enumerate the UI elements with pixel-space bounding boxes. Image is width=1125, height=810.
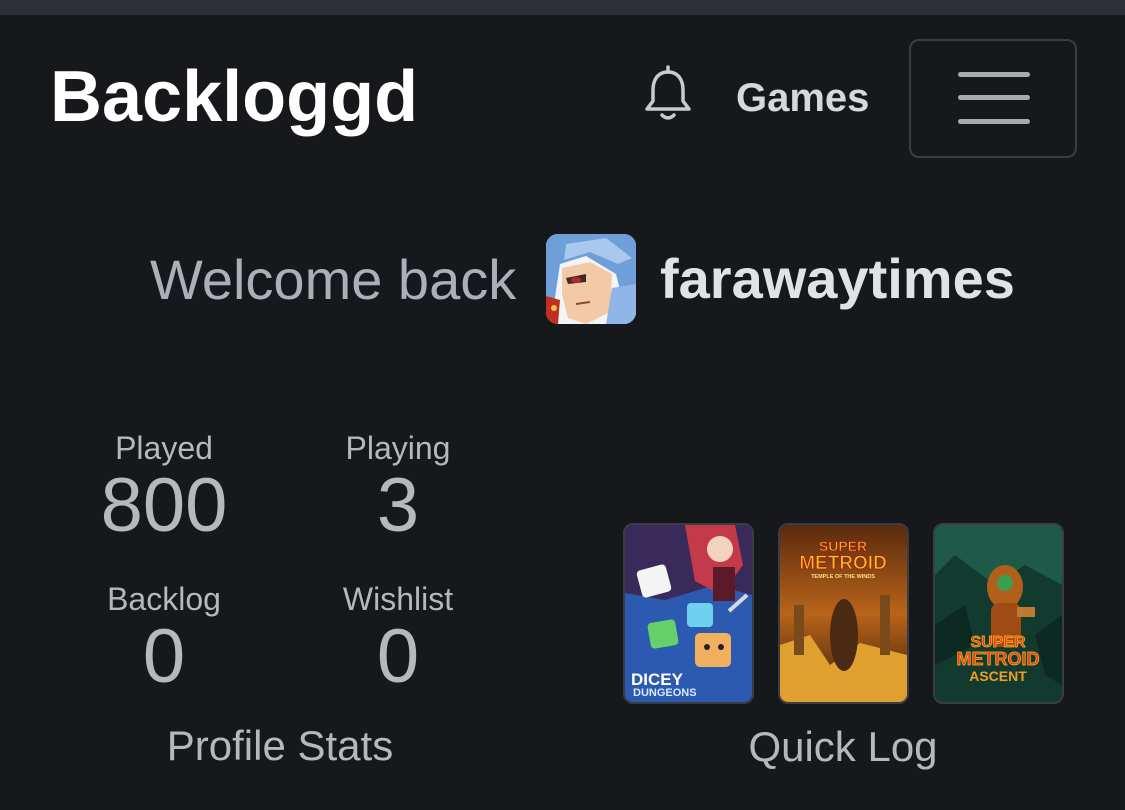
welcome-section: Welcome back farawaytimes (0, 232, 1125, 324)
quick-log-title: Quick Log (748, 723, 938, 770)
games-link[interactable]: Games (736, 73, 869, 123)
username-link[interactable]: farawaytimes (660, 246, 1015, 312)
stat-label: Played (115, 430, 213, 466)
top-strip (0, 0, 1125, 15)
hamburger-icon-bar (958, 95, 1030, 100)
hamburger-icon-bar (958, 119, 1030, 124)
stat-playing[interactable]: Playing 3 (298, 430, 498, 546)
cover-title-line: SUPER (819, 538, 867, 554)
stat-label: Backlog (107, 581, 221, 617)
profile-stats-title: Profile Stats (166, 722, 394, 769)
stat-played[interactable]: Played 800 (64, 430, 264, 546)
cover-title-line: ASCENT (969, 668, 1027, 684)
cover-title-line: METROID (957, 649, 1040, 669)
brand-logo[interactable]: Backloggd (50, 57, 418, 137)
navbar: Backloggd Games (0, 15, 1125, 180)
stat-backlog[interactable]: Backlog 0 (64, 581, 264, 697)
quick-log-game-cover[interactable]: SUPER METROID TEMPLE OF THE WINDS (778, 523, 909, 704)
cover-title-line: METROID (799, 553, 887, 574)
stat-wishlist[interactable]: Wishlist 0 (298, 581, 498, 697)
quick-log-game-cover[interactable]: DICEY DUNGEONS (623, 523, 754, 704)
bell-icon[interactable] (640, 65, 696, 125)
stat-value: 0 (142, 614, 186, 699)
stat-value: 800 (100, 463, 228, 548)
stat-value: 0 (376, 614, 420, 699)
quick-log-game-cover[interactable]: SUPER METROID ASCENT (933, 523, 1064, 704)
stat-label: Wishlist (342, 581, 454, 617)
menu-button[interactable] (909, 39, 1077, 158)
stat-value: 3 (376, 463, 420, 548)
welcome-greeting: Welcome back (150, 248, 517, 311)
cover-title-line: DUNGEONS (633, 687, 697, 699)
hamburger-icon (958, 72, 1030, 77)
avatar[interactable] (546, 234, 636, 324)
cover-title-line: TEMPLE OF THE WINDS (811, 574, 875, 580)
stat-label: Playing (345, 430, 451, 466)
